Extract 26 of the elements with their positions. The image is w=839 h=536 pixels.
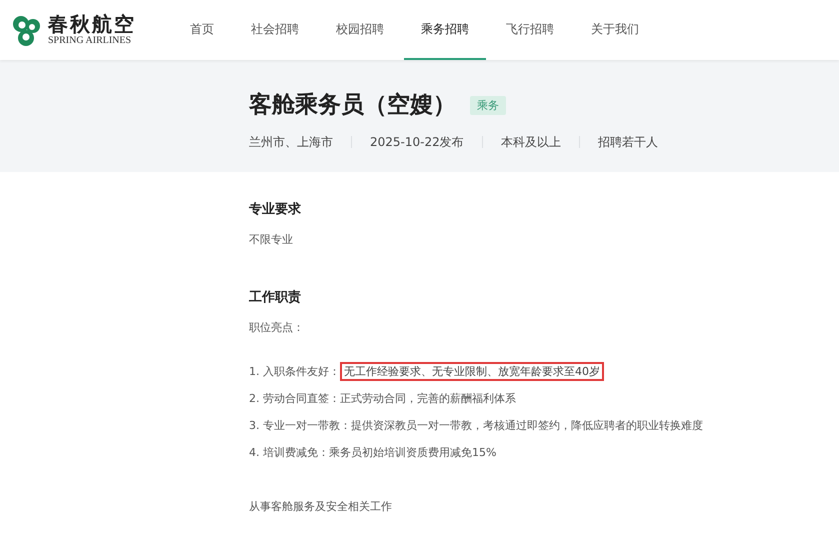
paragraph: 不限专业 — [249, 232, 294, 248]
list-item-text: 正式劳动合同，完善的薪酬福利体系 — [340, 392, 516, 405]
section-heading: 专业要求 — [249, 201, 302, 219]
nav-tab[interactable]: 飞行招聘 — [489, 0, 571, 60]
job-detail: 2025-10-22发布 — [370, 134, 464, 150]
nav-tab[interactable]: 社会招聘 — [234, 0, 316, 60]
list-item-label: 2. 劳动合同直签： — [249, 392, 340, 405]
nav-tab[interactable]: 首页 — [173, 0, 231, 60]
category-tag: 乘务 — [470, 96, 506, 114]
list-item-label: 1. 入职条件友好： — [249, 365, 340, 378]
section-heading: 工作职责 — [249, 288, 302, 307]
nav-tab[interactable]: 关于我们 — [574, 0, 656, 60]
job-detail: 兰州市、上海市 — [249, 134, 333, 150]
logo-name: 春秋航空 — [48, 14, 136, 34]
list-item-label: 3. 专业一对一带教： — [249, 419, 351, 432]
list-item-text: 提供资深教员一对一带教，考核通过即签约，降低应聘者的职业转换难度 — [351, 419, 703, 432]
job-title: 客舱乘务员（空嫂） — [249, 91, 456, 120]
list-item-label: 4. 培训费减免： — [249, 446, 329, 459]
job-detail: 本科及以上 — [500, 134, 561, 150]
paragraph: 从事客舱服务及安全相关工作 — [249, 499, 393, 515]
paragraph: 职位亮点： — [249, 320, 305, 336]
job-detail: 招聘若干人 — [598, 134, 658, 150]
logo-subtitle: SPRING AIRLINES — [48, 36, 132, 46]
highlighted-text: 无工作经验要求、无专业限制、放宽年龄要求至40岁 — [340, 362, 604, 381]
list-item-text: 乘务员初始培训资质费用减免15% — [329, 446, 496, 459]
nav-tab[interactable]: 校园招聘 — [319, 0, 401, 60]
